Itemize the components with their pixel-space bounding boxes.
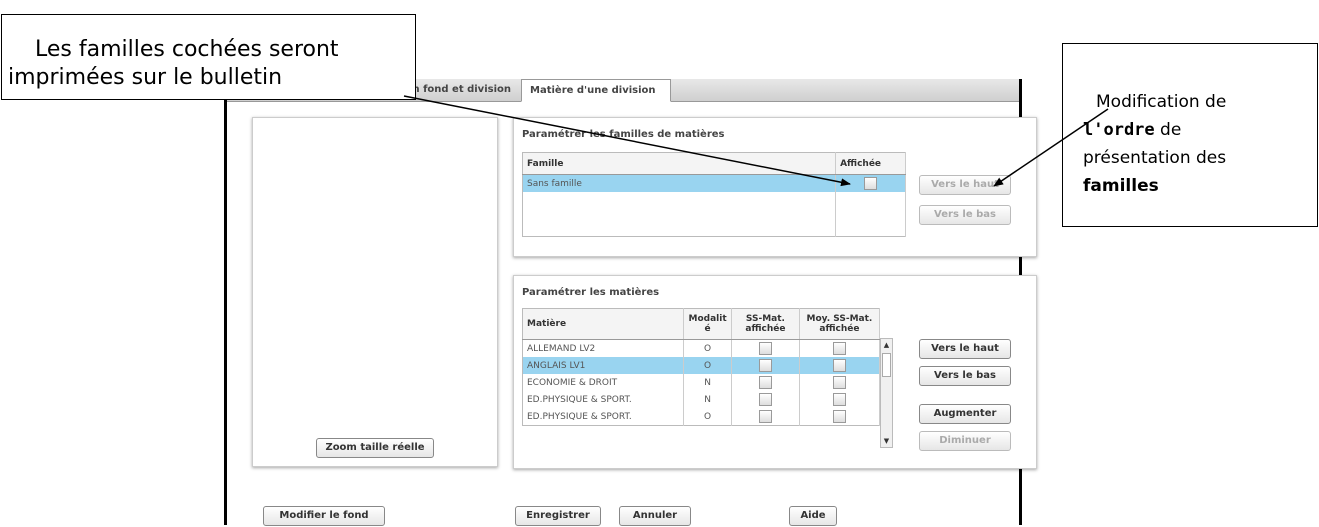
tab-matiere-division[interactable]: Matière d'une division <box>521 79 671 102</box>
cancel-button[interactable]: Annuler <box>619 506 691 526</box>
moy-ssmat-checkbox[interactable] <box>832 410 846 423</box>
subject-modalite: N <box>683 374 732 391</box>
families-title: Paramétrer les familles de matières <box>522 129 725 140</box>
callout-left-line1: Les familles cochées seront <box>35 37 339 62</box>
column-header-famille: Famille <box>522 152 837 175</box>
ssmat-checkbox[interactable] <box>758 393 772 406</box>
column-header-matiere: Matière <box>522 308 685 340</box>
column-header-moy-ssmat: Moy. SS-Mat. affichée <box>799 308 881 340</box>
callout-right: Modification de l'ordre de présentation … <box>1062 43 1318 227</box>
subjects-up-button[interactable]: Vers le haut <box>919 339 1011 359</box>
scroll-thumb[interactable] <box>882 353 891 377</box>
decrease-button[interactable]: Diminuer <box>919 431 1011 451</box>
ssmat-checkbox[interactable] <box>758 342 772 355</box>
subject-name: ED.PHYSIQUE & SPORT. <box>522 408 685 426</box>
table-row[interactable]: ECONOMIE & DROIT N <box>522 374 881 391</box>
moy-ssmat-checkbox[interactable] <box>832 393 846 406</box>
column-header-ssmat: SS-Mat. affichée <box>731 308 800 340</box>
table-row[interactable]: Sans famille <box>522 174 906 192</box>
subject-name: ANGLAIS LV1 <box>522 357 685 374</box>
callout-right-ordre: l'ordre <box>1083 120 1155 140</box>
callout-right-line1: Modification de <box>1096 92 1227 112</box>
subjects-title: Paramétrer les matières <box>522 287 660 298</box>
subject-name: ECONOMIE & DROIT <box>522 374 685 391</box>
save-button[interactable]: Enregistrer <box>515 506 601 526</box>
subjects-scrollbar[interactable]: ▲ ▼ <box>880 338 893 448</box>
column-header-modalite: Modalit é <box>683 308 732 340</box>
families-down-button[interactable]: Vers le bas <box>919 205 1011 225</box>
column-header-affichee: Affichée <box>835 152 906 175</box>
modify-background-button[interactable]: Modifier le fond <box>263 506 385 526</box>
help-button[interactable]: Aide <box>789 506 837 526</box>
subject-modalite: O <box>683 408 732 426</box>
subject-modalite: O <box>683 339 732 357</box>
table-row[interactable]: ED.PHYSIQUE & SPORT. N <box>522 391 881 408</box>
moy-ssmat-checkbox[interactable] <box>832 359 846 372</box>
families-panel: Paramétrer les familles de matières Fami… <box>513 117 1037 257</box>
increase-button[interactable]: Augmenter <box>919 404 1011 424</box>
ssmat-checkbox[interactable] <box>758 376 772 389</box>
preview-panel: Zoom taille réelle <box>252 117 498 467</box>
families-up-button[interactable]: Vers le haut <box>919 175 1011 195</box>
subjects-table: Matière Modalit é SS-Mat. affichée Moy. … <box>522 308 881 426</box>
subject-modalite: N <box>683 391 732 408</box>
table-row-empty <box>522 192 906 214</box>
subject-name: ALLEMAND LV2 <box>522 339 685 357</box>
callout-left-line2: imprimées sur le bulletin <box>8 65 283 90</box>
moy-ssmat-checkbox[interactable] <box>832 342 846 355</box>
table-row[interactable]: ANGLAIS LV1 O <box>522 357 881 374</box>
families-table: Famille Affichée Sans famille <box>522 152 906 237</box>
subject-modalite: O <box>683 357 732 374</box>
table-row-empty <box>522 214 906 237</box>
table-row[interactable]: ALLEMAND LV2 O <box>522 339 881 357</box>
app-window: n fond et division Matière d'une divisio… <box>224 79 1037 526</box>
callout-right-de: de <box>1154 120 1182 140</box>
scroll-down-arrow-icon[interactable]: ▼ <box>881 435 892 447</box>
affichee-checkbox[interactable] <box>864 177 878 190</box>
moy-ssmat-checkbox[interactable] <box>832 376 846 389</box>
scroll-up-arrow-icon[interactable]: ▲ <box>881 339 892 351</box>
family-name: Sans famille <box>522 174 837 192</box>
callout-left: Les familles cochées seront imprimées su… <box>1 14 416 100</box>
subjects-panel: Paramétrer les matières Matière Modalit … <box>513 275 1037 469</box>
callout-right-line3: présentation des <box>1083 148 1227 168</box>
table-row[interactable]: ED.PHYSIQUE & SPORT. O <box>522 408 881 426</box>
zoom-button[interactable]: Zoom taille réelle <box>316 438 434 458</box>
subject-name: ED.PHYSIQUE & SPORT. <box>522 391 685 408</box>
subjects-down-button[interactable]: Vers le bas <box>919 366 1011 386</box>
ssmat-checkbox[interactable] <box>758 410 772 423</box>
callout-right-familles: familles <box>1083 176 1159 196</box>
ssmat-checkbox[interactable] <box>758 359 772 372</box>
